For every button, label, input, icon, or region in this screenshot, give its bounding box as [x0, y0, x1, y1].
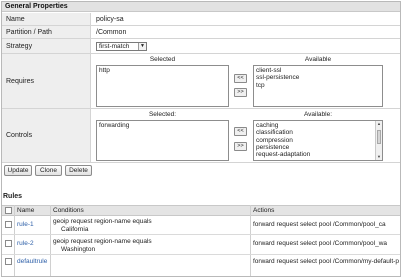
partition-label: Partition / Path: [2, 26, 91, 38]
select-all-checkbox[interactable]: [5, 207, 12, 214]
requires-selected-header: Selected: [149, 56, 176, 63]
rule-action: forward request select pool /Common/pool…: [253, 240, 388, 247]
rule-name-link[interactable]: rule-1: [17, 221, 34, 228]
list-item[interactable]: client-ssl: [256, 67, 380, 74]
requires-available-list[interactable]: client-ssl ssl-persistence tcp: [253, 65, 383, 107]
policy-properties-panel: General Properties Name policy-sa Partit…: [1, 1, 401, 277]
controls-label: Controls: [2, 109, 91, 162]
rules-title: Rules: [3, 193, 23, 200]
list-item[interactable]: compression: [256, 137, 373, 144]
general-properties-header: General Properties: [2, 2, 400, 12]
row-checkbox[interactable]: [5, 240, 12, 247]
table-row: rule-1 geoip request region-name equals …: [2, 216, 400, 235]
rules-table-header: Name Conditions Actions: [2, 205, 400, 216]
condition-value: Washington: [61, 245, 96, 253]
partition-row: Partition / Path /Common: [2, 26, 400, 39]
requires-available-header: Available: [304, 56, 332, 63]
rule-action: forward request select pool /Common/pool…: [253, 221, 386, 228]
name-label: Name: [2, 13, 91, 25]
name-value: policy-sa: [96, 15, 124, 23]
list-item[interactable]: ssl-persistence: [256, 74, 380, 81]
condition-line: geoip request region-name equals: [53, 238, 152, 245]
requires-label: Requires: [2, 54, 91, 108]
requires-add-button[interactable]: <<: [234, 74, 247, 83]
requires-selected-list[interactable]: http: [96, 65, 229, 107]
update-button[interactable]: Update: [4, 165, 32, 176]
list-item[interactable]: http: [99, 67, 226, 74]
rule-conditions: geoip request region-name equals Washing…: [53, 238, 152, 253]
actions-column-header: Actions: [253, 207, 275, 214]
controls-add-button[interactable]: <<: [234, 127, 247, 136]
strategy-select-value: first-match: [99, 43, 130, 50]
rule-action: forward request select pool /Common/my-d…: [253, 258, 399, 265]
rule-conditions: geoip request region-name equals Califor…: [53, 218, 152, 233]
scroll-up-icon[interactable]: ▲: [376, 121, 382, 127]
rule-name-link[interactable]: rule-2: [17, 240, 34, 247]
strategy-row: Strategy first-match ▼: [2, 39, 400, 54]
rule-name-link[interactable]: defaultrule: [17, 258, 47, 265]
delete-button[interactable]: Delete: [65, 165, 92, 176]
scrollbar-thumb[interactable]: [377, 130, 381, 144]
name-column-header[interactable]: Name: [17, 206, 34, 216]
controls-row: Controls Selected: Available: forwarding…: [2, 109, 400, 163]
controls-remove-button[interactable]: >>: [234, 142, 247, 151]
scroll-down-icon[interactable]: ▼: [376, 154, 382, 160]
row-checkbox[interactable]: [5, 258, 12, 265]
condition-line: geoip request region-name equals: [53, 218, 152, 225]
controls-available-list[interactable]: caching classification compression persi…: [253, 120, 383, 161]
controls-available-scrollbar[interactable]: ▲ ▼: [375, 121, 382, 160]
conditions-column-header: Conditions: [53, 207, 84, 214]
table-row: defaultrule forward request select pool …: [2, 255, 400, 268]
name-row: Name policy-sa: [2, 13, 400, 26]
requires-remove-button[interactable]: >>: [234, 88, 247, 97]
list-item[interactable]: request-adaptation: [256, 151, 373, 158]
partition-value: /Common: [96, 28, 127, 36]
list-item[interactable]: forwarding: [99, 122, 226, 129]
list-item[interactable]: caching: [256, 122, 373, 129]
list-item[interactable]: tcp: [256, 82, 380, 89]
strategy-label: Strategy: [2, 39, 91, 53]
row-checkbox[interactable]: [5, 221, 12, 228]
table-row: rule-2 geoip request region-name equals …: [2, 235, 400, 255]
condition-value: California: [61, 225, 89, 233]
requires-row: Requires Selected Available http << >> c…: [2, 54, 400, 109]
controls-selected-header: Selected:: [148, 111, 177, 118]
clone-button[interactable]: Clone: [35, 165, 62, 176]
controls-selected-list[interactable]: forwarding: [96, 120, 229, 161]
strategy-select[interactable]: first-match ▼: [96, 42, 147, 51]
list-item[interactable]: classification: [256, 129, 373, 136]
list-item[interactable]: persistence: [256, 144, 373, 151]
chevron-down-icon: ▼: [138, 43, 146, 50]
controls-available-header: Available:: [303, 111, 333, 118]
